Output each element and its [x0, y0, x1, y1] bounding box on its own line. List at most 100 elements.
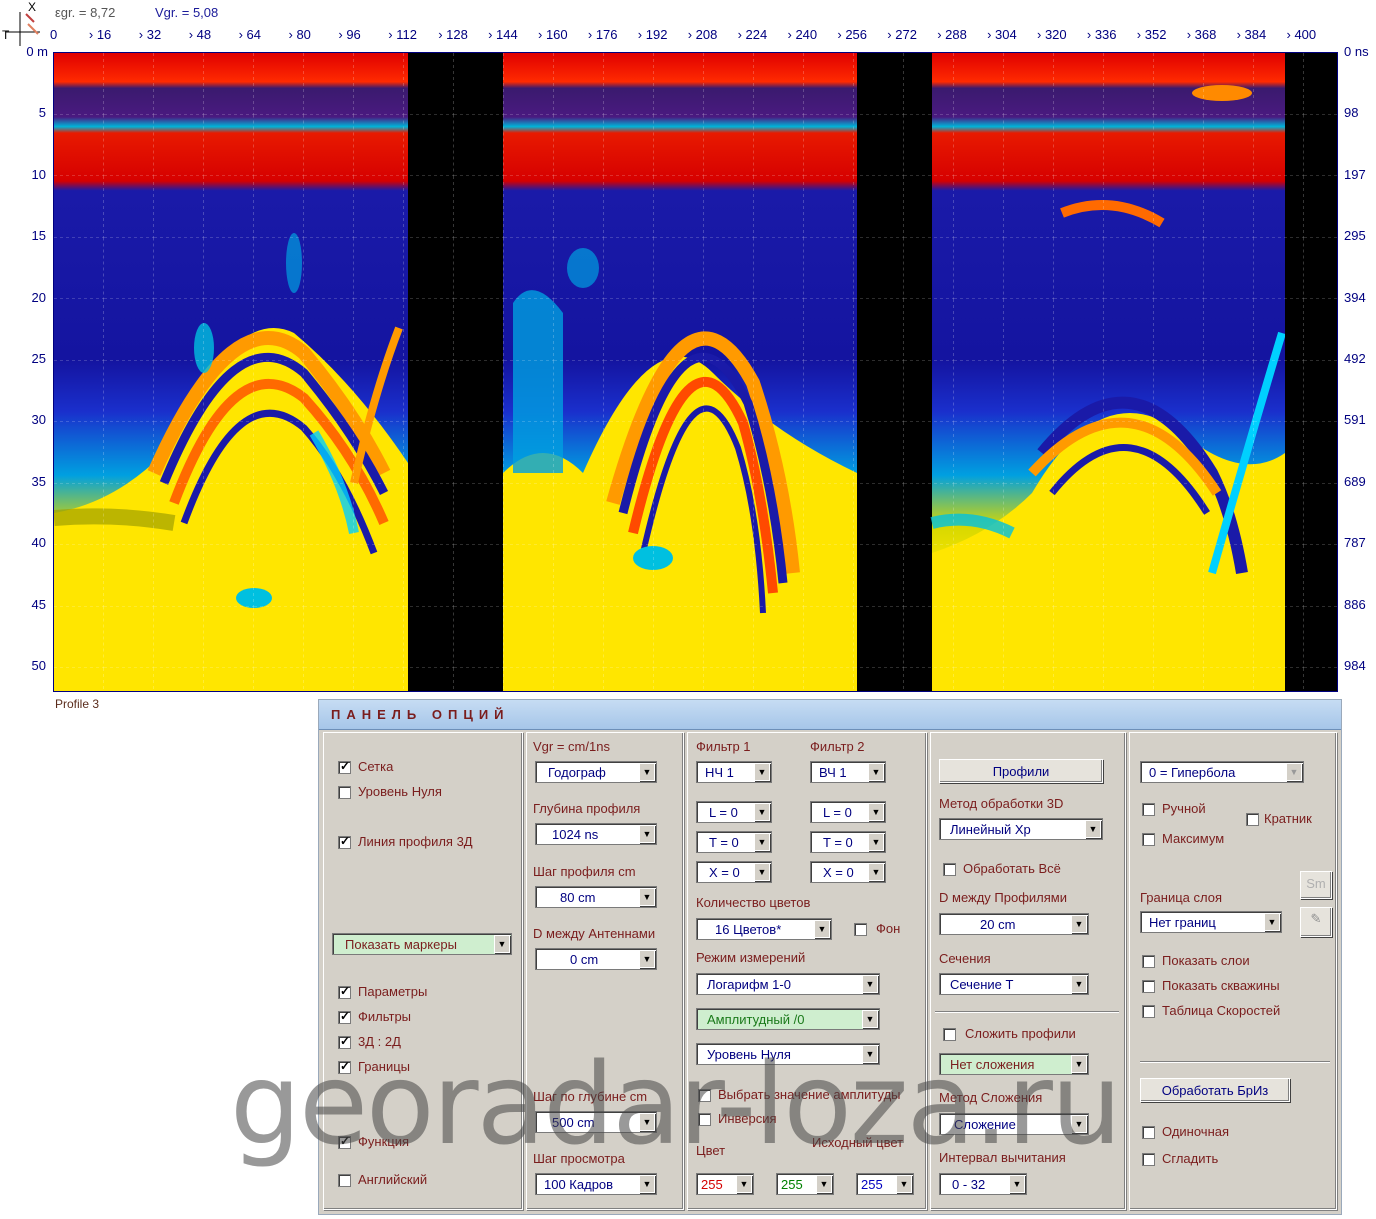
filter2-x-select[interactable]: X = 0 ▼: [810, 861, 886, 883]
panel-col-3d: Профили Метод обработки 3D Линейный Хр ▼ …: [930, 732, 1126, 1210]
pencil-button[interactable]: ✎: [1300, 907, 1332, 937]
distance-tick: › 64: [238, 27, 261, 42]
source-color-label: Исходный цвет: [812, 1135, 904, 1150]
function-label: Функция: [358, 1134, 409, 1149]
colors-count-select[interactable]: 16 Цветов* ▼: [696, 918, 832, 940]
distance-tick: › 128: [438, 27, 468, 42]
distance-tick: › 400: [1286, 27, 1317, 42]
filters-checkbox[interactable]: [338, 1009, 351, 1024]
view-step-value: 100 Кадров: [544, 1177, 614, 1192]
single-checkbox[interactable]: [1142, 1126, 1155, 1139]
inversion-checkbox[interactable]: [698, 1113, 711, 1126]
view-step-select[interactable]: 100 Кадров ▼: [535, 1173, 657, 1195]
panel-col-profile: Vgr = cm/1ns Годограф ▼ Глубина профиля 1…: [526, 732, 684, 1210]
filter1-label: Фильтр 1: [696, 739, 751, 754]
depth-tick: 30: [31, 412, 46, 428]
chevron-down-icon: ▼: [862, 1010, 878, 1028]
filter1-t-select[interactable]: T = 0 ▼: [696, 831, 772, 853]
radargram-image: [54, 53, 1337, 691]
chevron-down-icon: ▼: [816, 1175, 832, 1193]
hodograph-select[interactable]: Годограф ▼: [535, 761, 657, 783]
color-r-select[interactable]: 255 ▼: [696, 1173, 754, 1195]
grid-label: Сетка: [358, 759, 394, 774]
filter1-l-select[interactable]: L = 0 ▼: [696, 801, 772, 823]
background-checkbox[interactable]: [854, 923, 867, 936]
filter1-x-select[interactable]: X = 0 ▼: [696, 861, 772, 883]
color-label: Цвет: [696, 1143, 726, 1158]
filter2-t-select[interactable]: T = 0 ▼: [810, 831, 886, 853]
time-tick: 886: [1344, 596, 1366, 612]
panel-title: ПАНЕЛЬ ОПЦИЙ: [319, 700, 1341, 730]
multiple-checkbox[interactable]: [1246, 813, 1259, 826]
filter2-select[interactable]: ВЧ 1 ▼: [810, 761, 886, 783]
filter1-l-value: L = 0: [709, 805, 738, 820]
borders-checkbox[interactable]: [338, 1059, 351, 1074]
chevron-down-icon: ▼: [639, 950, 655, 968]
select-amp-checkbox[interactable]: [698, 1089, 711, 1102]
maximum-label: Максимум: [1162, 831, 1225, 846]
mode-value: Логарифм 1-0: [707, 977, 791, 992]
function-checkbox[interactable]: [338, 1134, 351, 1149]
chevron-down-icon: ▼: [639, 825, 655, 843]
sections-value: Сечение T: [950, 977, 1014, 992]
amplitude-select[interactable]: Амплитудный /0 ▼: [696, 1008, 880, 1030]
manual-checkbox[interactable]: [1142, 803, 1155, 816]
zero-level-value: Уровень Нуля: [707, 1047, 791, 1062]
show-layers-checkbox[interactable]: [1142, 955, 1155, 968]
chevron-down-icon: ▼: [736, 1175, 752, 1193]
filter2-l-value: L = 0: [823, 805, 852, 820]
no-sum-select[interactable]: Нет сложения ▼: [939, 1053, 1089, 1075]
color-r-value: 255: [701, 1177, 723, 1192]
show-markers-select[interactable]: Показать маркеры ▼: [332, 933, 512, 955]
color-b-select[interactable]: 255 ▼: [856, 1173, 914, 1195]
grid-checkbox[interactable]: [338, 759, 351, 774]
method3d-select[interactable]: Линейный Хр ▼: [939, 818, 1103, 840]
hyperbola-select[interactable]: 0 = Гипербола ▼: [1140, 761, 1304, 783]
depth-tick: 15: [31, 228, 46, 244]
radargram-canvas[interactable]: [53, 52, 1338, 692]
sum-profiles-checkbox[interactable]: [943, 1028, 956, 1041]
depth-label: Глубина профиля: [533, 801, 641, 816]
chevron-down-icon: ▼: [1071, 915, 1087, 933]
mode-select[interactable]: Логарифм 1-0 ▼: [696, 973, 880, 995]
chevron-down-icon: ▼: [754, 833, 770, 851]
mode-3d2d-checkbox[interactable]: [338, 1034, 351, 1049]
distance-tick: › 96: [338, 27, 361, 42]
show-wells-checkbox[interactable]: [1142, 980, 1155, 993]
sm-button[interactable]: Sm: [1300, 871, 1332, 899]
distance-tick: › 352: [1136, 27, 1167, 42]
antenna-select[interactable]: 0 cm ▼: [535, 948, 657, 970]
maximum-checkbox[interactable]: [1142, 833, 1155, 846]
distance-tick: › 48: [188, 27, 212, 42]
depth-tick: 40: [31, 535, 46, 551]
distance-tick: › 144: [488, 27, 518, 42]
dist-profiles-select[interactable]: 20 cm ▼: [939, 913, 1089, 935]
speed-table-checkbox[interactable]: [1142, 1005, 1155, 1018]
subtract-interval-value: 0 - 32: [952, 1177, 986, 1192]
chevron-down-icon: ▼: [862, 1045, 878, 1063]
process-bris-button[interactable]: Обработать БрИз: [1140, 1078, 1290, 1102]
mode-label: Режим измерений: [696, 950, 806, 965]
sum-method-select[interactable]: Сложение ▼: [939, 1113, 1089, 1135]
depth-select[interactable]: 1024 ns ▼: [535, 823, 657, 845]
filter1-select[interactable]: НЧ 1 ▼: [696, 761, 772, 783]
smooth-checkbox[interactable]: [1142, 1153, 1155, 1166]
process-all-checkbox[interactable]: [943, 863, 956, 876]
view-step-label: Шаг просмотра: [533, 1151, 625, 1166]
english-checkbox[interactable]: [338, 1174, 351, 1187]
subtract-interval-select[interactable]: 0 - 32 ▼: [939, 1173, 1027, 1195]
depth-step-select[interactable]: 500 cm ▼: [535, 1111, 657, 1133]
params-checkbox[interactable]: [338, 984, 351, 999]
profiles-button[interactable]: Профили: [939, 759, 1103, 783]
colors-count-value: 16 Цветов*: [715, 922, 782, 937]
grid-overlay: [54, 53, 1337, 691]
filter2-l-select[interactable]: L = 0 ▼: [810, 801, 886, 823]
sections-select[interactable]: Сечение T ▼: [939, 973, 1089, 995]
zero-level-checkbox[interactable]: [338, 786, 351, 799]
zero-level-select[interactable]: Уровень Нуля ▼: [696, 1043, 880, 1065]
step-select[interactable]: 80 cm ▼: [535, 886, 657, 908]
color-g-select[interactable]: 255 ▼: [776, 1173, 834, 1195]
distance-tick: › 288: [937, 27, 967, 42]
layer-border-select[interactable]: Нет границ ▼: [1140, 911, 1282, 933]
profile-line-3d-checkbox[interactable]: [338, 834, 351, 849]
